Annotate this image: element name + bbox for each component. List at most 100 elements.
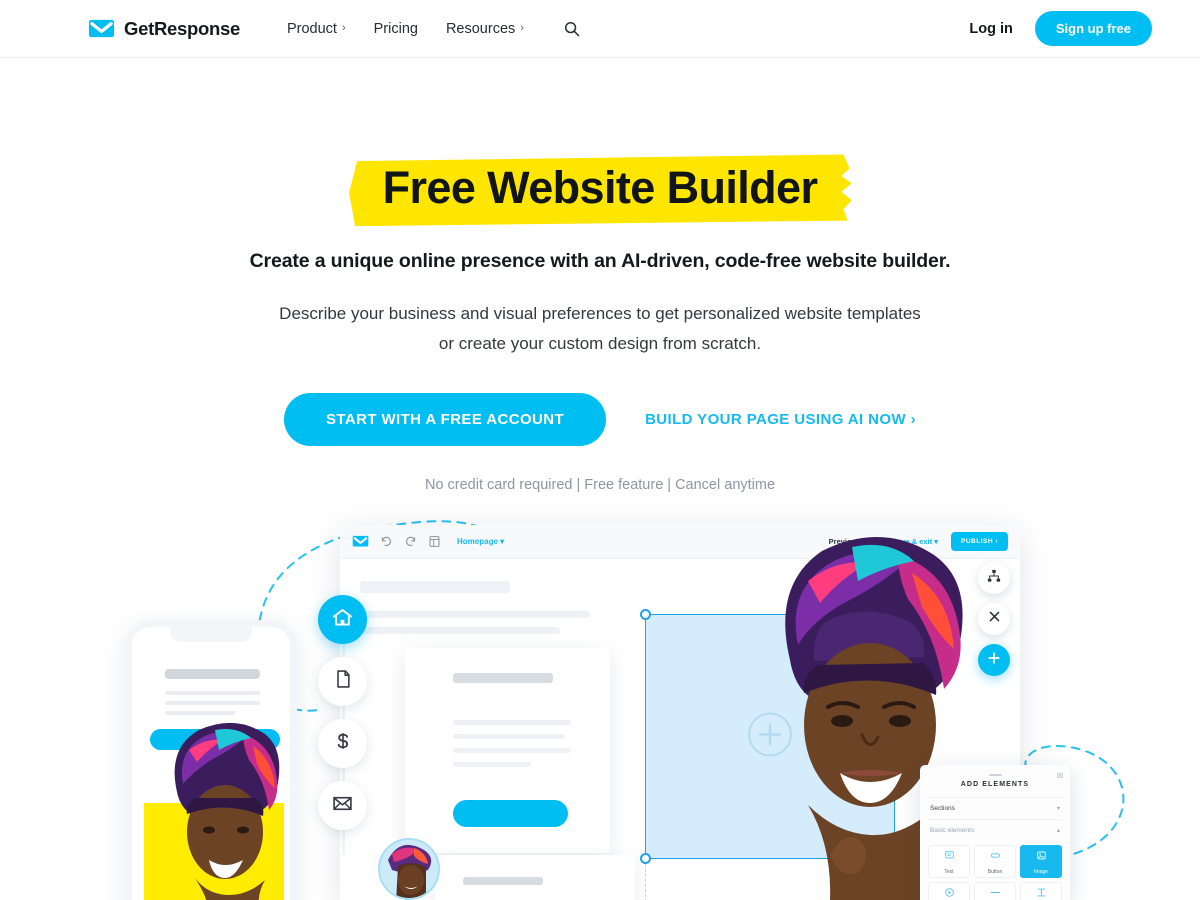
brand-logo[interactable]: GetResponse — [88, 15, 240, 42]
close-button[interactable] — [978, 603, 1010, 635]
element-tile-video[interactable]: Video — [928, 882, 970, 900]
panel-group-label: Sections — [930, 805, 955, 812]
builder-toolbar-right: Preview mode Save & exit ▾ PUBLISH › — [829, 532, 1008, 551]
dollar-icon — [333, 731, 353, 756]
element-tile-grid: Text Button Image — [928, 845, 1062, 900]
nav-item-label: Resources — [445, 20, 516, 37]
page-selector[interactable]: Homepage ▾ — [457, 537, 504, 546]
divider-icon — [990, 885, 1001, 900]
element-tile-spacer[interactable]: Spacer — [1020, 882, 1062, 900]
card-placeholder-bar — [453, 720, 571, 725]
template-card — [405, 648, 610, 853]
element-tile-label: Image — [1034, 869, 1048, 875]
element-tile-divider[interactable]: Divider — [974, 882, 1016, 900]
canvas-placeholder-bar — [360, 627, 560, 634]
nav-item-pricing[interactable]: Pricing — [360, 15, 432, 43]
phone-cta-button[interactable] — [150, 729, 280, 750]
nav-item-resources[interactable]: Resources › — [432, 15, 538, 43]
resize-handle-bottom-right[interactable] — [889, 853, 900, 864]
mobile-preview-mockup — [125, 620, 297, 900]
chevron-right-icon: › — [341, 22, 346, 34]
build-with-ai-link[interactable]: BUILD YOUR PAGE USING AI NOW › — [645, 411, 916, 428]
element-tile-label: Text — [944, 869, 954, 875]
home-icon — [331, 606, 354, 634]
phone-yellow-panel — [144, 803, 284, 900]
page-manager-icon[interactable] — [428, 535, 441, 548]
redo-icon[interactable] — [404, 535, 417, 548]
card-placeholder-bar — [453, 734, 565, 739]
hero-section: Free Website Builder Create a unique onl… — [0, 58, 1200, 493]
resize-handle-top-left[interactable] — [640, 609, 651, 620]
search-icon[interactable] — [554, 15, 590, 43]
panel-drag-handle[interactable] — [988, 774, 1002, 776]
element-tile-text[interactable]: Text — [928, 845, 970, 878]
close-icon[interactable]: ☒ — [1057, 772, 1063, 780]
save-and-exit-button[interactable]: Save & exit ▾ — [892, 537, 938, 546]
phone-placeholder-bar — [165, 691, 260, 695]
page-selector-label: Homepage — [457, 537, 498, 546]
rail-item-pages[interactable] — [318, 657, 367, 706]
panel-group-sections[interactable]: Sections ▾ — [928, 797, 1062, 819]
element-tile-button[interactable]: Button — [974, 845, 1016, 878]
plus-icon — [987, 651, 1001, 670]
sitemap-icon — [987, 569, 1001, 588]
hero-illustration: Homepage ▾ Preview mode Save & exit ▾ PU… — [0, 500, 1200, 900]
header-actions: Log in Sign up free — [969, 11, 1152, 46]
chevron-down-icon: ▾ — [934, 537, 938, 546]
spacer-icon — [1036, 885, 1047, 900]
rail-item-home[interactable] — [318, 595, 367, 644]
hero-fineprint: No credit card required | Free feature |… — [424, 476, 776, 493]
login-link[interactable]: Log in — [969, 21, 1013, 37]
preview-mode-toggle[interactable]: Preview mode — [829, 537, 879, 546]
hero-description: Describe your business and visual prefer… — [0, 299, 1200, 360]
site-header: GetResponse Product › Pricing Resources … — [0, 0, 1200, 58]
card-placeholder-bar — [463, 877, 543, 885]
resize-handle-bottom-left[interactable] — [640, 853, 651, 864]
add-image-plus-icon — [747, 711, 793, 762]
secondary-template-card — [435, 855, 635, 900]
publish-button[interactable]: PUBLISH › — [951, 532, 1008, 551]
card-placeholder-bar — [453, 673, 553, 683]
panel-group-label: Basic elements — [930, 827, 975, 834]
resize-handle-top-right[interactable] — [889, 609, 900, 620]
hero-description-line1: Describe your business and visual prefer… — [279, 303, 921, 323]
card-placeholder-bar — [453, 748, 571, 753]
headline-wrapper: Free Website Builder — [348, 154, 852, 227]
rail-item-pricing[interactable] — [318, 719, 367, 768]
nav-item-product[interactable]: Product › — [273, 15, 360, 43]
nav-item-label: Pricing — [373, 20, 418, 37]
page-title: Free Website Builder — [382, 162, 818, 213]
chevron-right-icon: › — [520, 22, 524, 34]
phone-placeholder-bar — [165, 669, 260, 679]
builder-float-actions — [978, 562, 1010, 685]
envelope-logo-icon — [88, 15, 115, 42]
element-tile-label: Button — [987, 869, 1003, 875]
canvas-placeholder-bar — [360, 581, 510, 593]
element-tile-image[interactable]: Image — [1020, 845, 1062, 878]
undo-icon[interactable] — [380, 535, 393, 548]
canvas-placeholder-bar — [360, 611, 590, 618]
panel-group-basic-elements[interactable]: Basic elements ▴ — [928, 819, 1062, 841]
button-icon — [990, 848, 1001, 866]
text-icon — [944, 848, 955, 866]
avatar — [378, 838, 440, 900]
envelope-logo-icon — [352, 533, 369, 550]
page-icon — [333, 669, 353, 694]
add-elements-panel: ☒ ADD ELEMENTS Sections ▾ Basic elements… — [920, 765, 1070, 900]
sitemap-button[interactable] — [978, 562, 1010, 594]
rail-item-email[interactable] — [318, 781, 367, 830]
card-placeholder-bar — [453, 762, 531, 767]
template-card-cta[interactable] — [453, 800, 568, 827]
signup-button[interactable]: Sign up free — [1034, 11, 1152, 46]
add-element-button[interactable] — [978, 644, 1010, 676]
add-elements-title: ADD ELEMENTS — [960, 781, 1030, 788]
brand-name: GetResponse — [124, 17, 240, 39]
hero-subheading: Create a unique online presence with an … — [249, 249, 951, 272]
image-icon — [1036, 848, 1047, 866]
start-free-account-button[interactable]: START WITH A FREE ACCOUNT — [284, 392, 607, 446]
builder-left-rail — [318, 595, 367, 855]
selected-image-element[interactable] — [640, 609, 900, 864]
hero-description-line2: or create your custom design from scratc… — [438, 334, 762, 354]
close-icon — [988, 610, 1001, 628]
builder-toolbar: Homepage ▾ Preview mode Save & exit ▾ PU… — [340, 525, 1020, 559]
